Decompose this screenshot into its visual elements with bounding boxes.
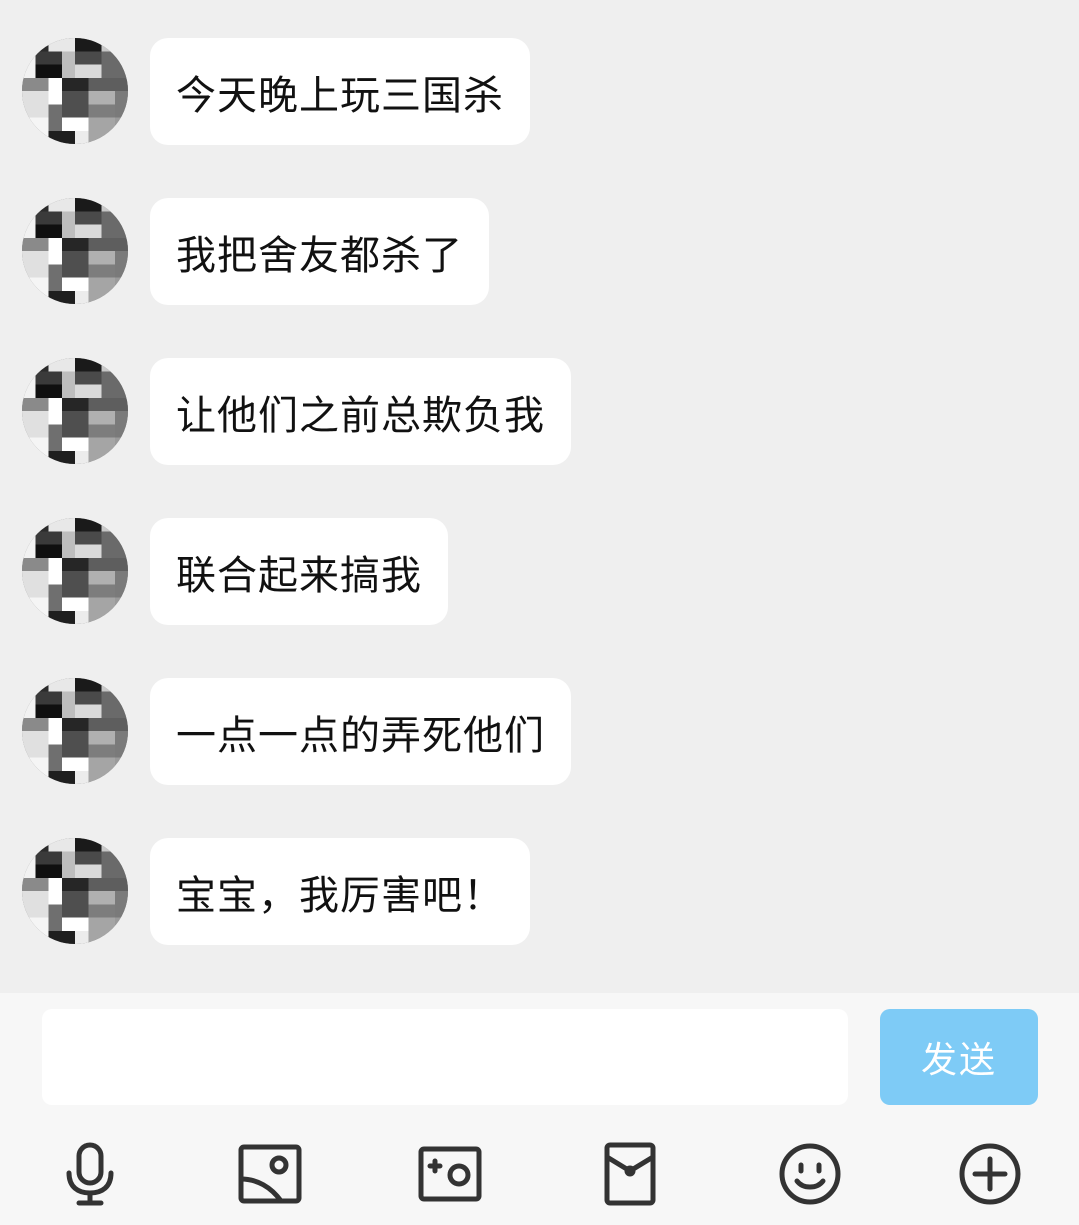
composer-toolbar bbox=[0, 1123, 1079, 1225]
plus-icon bbox=[959, 1143, 1021, 1205]
send-button[interactable]: 发送 bbox=[880, 1009, 1038, 1105]
camera-icon bbox=[418, 1146, 482, 1202]
message-bubble[interactable]: 让他们之前总欺负我 bbox=[150, 358, 571, 465]
avatar[interactable] bbox=[22, 358, 128, 464]
message-row: 让他们之前总欺负我 bbox=[0, 358, 1079, 468]
avatar[interactable] bbox=[22, 838, 128, 944]
message-bubble[interactable]: 联合起来搞我 bbox=[150, 518, 448, 625]
message-row: 我把舍友都杀了 bbox=[0, 198, 1079, 308]
avatar[interactable] bbox=[22, 38, 128, 144]
red-packet-icon bbox=[604, 1142, 656, 1206]
avatar[interactable] bbox=[22, 678, 128, 784]
composer-bar: 发送 bbox=[0, 993, 1079, 1123]
avatar[interactable] bbox=[22, 518, 128, 624]
camera-button[interactable] bbox=[417, 1141, 483, 1207]
image-icon bbox=[238, 1144, 302, 1204]
message-input[interactable] bbox=[42, 1009, 848, 1105]
message-bubble[interactable]: 今天晚上玩三国杀 bbox=[150, 38, 530, 145]
chat-area[interactable]: 今天晚上玩三国杀 我把舍友都杀了 让他们之前总欺负我 联合起来搞我 一点一点的弄… bbox=[0, 0, 1079, 993]
microphone-button[interactable] bbox=[57, 1141, 123, 1207]
message-row: 一点一点的弄死他们 bbox=[0, 678, 1079, 788]
message-bubble[interactable]: 一点一点的弄死他们 bbox=[150, 678, 571, 785]
message-row: 今天晚上玩三国杀 bbox=[0, 38, 1079, 148]
emoji-button[interactable] bbox=[777, 1141, 843, 1207]
message-bubble[interactable]: 宝宝，我厉害吧！ bbox=[150, 838, 530, 945]
microphone-icon bbox=[66, 1142, 114, 1206]
image-button[interactable] bbox=[237, 1141, 303, 1207]
message-row: 联合起来搞我 bbox=[0, 518, 1079, 628]
avatar[interactable] bbox=[22, 198, 128, 304]
emoji-icon bbox=[779, 1143, 841, 1205]
message-bubble[interactable]: 我把舍友都杀了 bbox=[150, 198, 489, 305]
red-packet-button[interactable] bbox=[597, 1141, 663, 1207]
message-row: 宝宝，我厉害吧！ bbox=[0, 838, 1079, 948]
more-button[interactable] bbox=[957, 1141, 1023, 1207]
